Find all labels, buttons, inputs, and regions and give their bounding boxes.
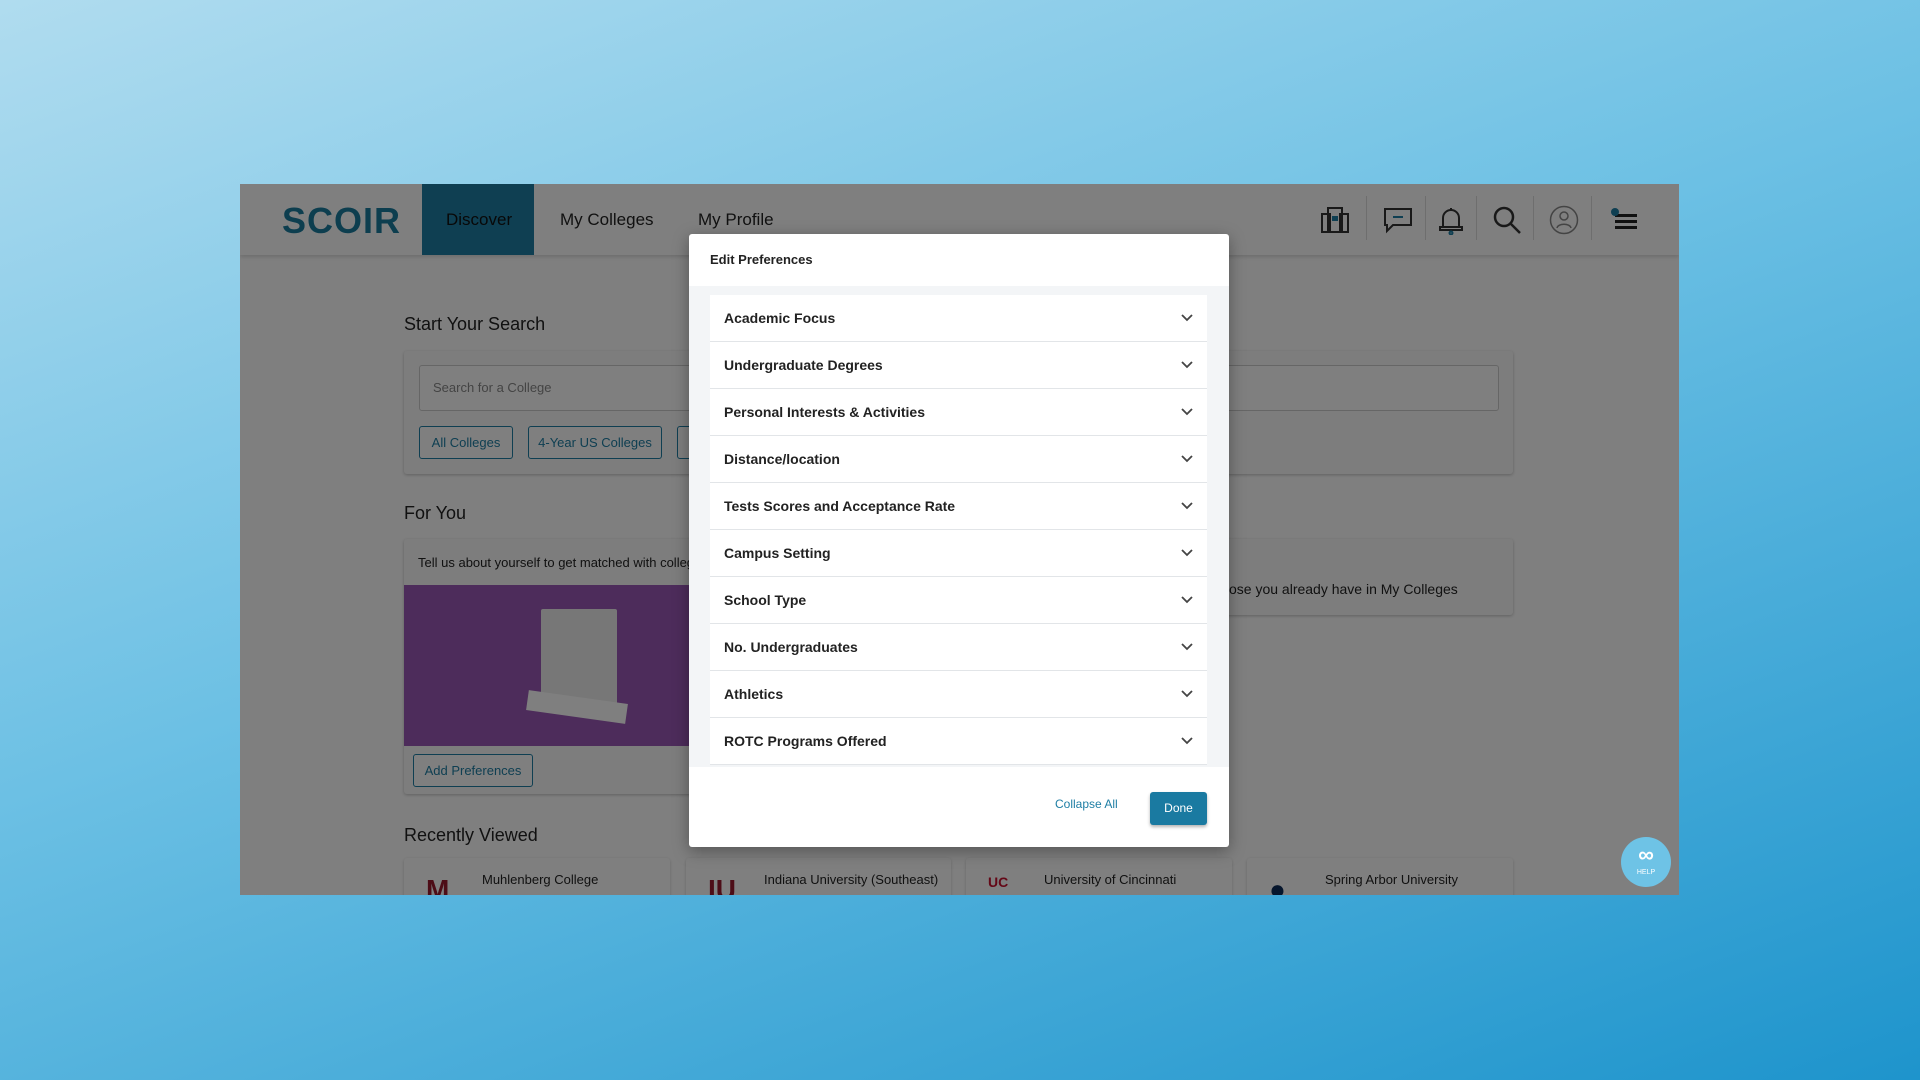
chevron-down-icon: [1181, 596, 1193, 604]
chevron-down-icon: [1181, 737, 1193, 745]
chevron-down-icon: [1181, 643, 1193, 651]
chevron-down-icon: [1181, 502, 1193, 510]
collapse-all-button[interactable]: Collapse All: [1055, 797, 1118, 811]
section-label: Undergraduate Degrees: [724, 357, 883, 373]
accordion-section[interactable]: Undergraduate Degrees: [710, 342, 1207, 389]
accordion-section[interactable]: Academic Focus: [710, 295, 1207, 342]
accordion-section[interactable]: Campus Setting: [710, 530, 1207, 577]
chevron-down-icon: [1181, 549, 1193, 557]
accordion-section[interactable]: Personal Interests & Activities: [710, 389, 1207, 436]
chevron-down-icon: [1181, 361, 1193, 369]
modal-title: Edit Preferences: [710, 252, 813, 267]
section-label: Athletics: [724, 686, 784, 702]
section-label: ROTC Programs Offered: [724, 733, 887, 749]
preferences-list: Academic Focus Undergraduate Degrees Perso…: [689, 286, 1229, 767]
edit-preferences-modal: Edit Preferences Academic Focus Undergrad…: [689, 234, 1229, 847]
section-label: No. Undergraduates: [724, 639, 858, 655]
chevron-down-icon: [1181, 408, 1193, 416]
accordion-section[interactable]: ROTC Programs Offered: [710, 718, 1207, 765]
section-label: Tests Scores and Acceptance Rate: [724, 498, 956, 514]
accordion-section[interactable]: Tests Scores and Acceptance Rate: [710, 483, 1207, 530]
chevron-down-icon: [1181, 314, 1193, 322]
section-label: School Type: [724, 592, 807, 608]
section-label: Campus Setting: [724, 545, 831, 561]
chevron-down-icon: [1181, 690, 1193, 698]
chevron-down-icon: [1181, 455, 1193, 463]
help-label: HELP: [1636, 869, 1656, 876]
accordion-section[interactable]: No. Undergraduates: [710, 624, 1207, 671]
section-label: Academic Focus: [724, 310, 836, 326]
accordion-section[interactable]: Athletics: [710, 671, 1207, 718]
section-label: Personal Interests & Activities: [724, 404, 926, 420]
infinity-icon: ∞: [1638, 842, 1654, 867]
accordion-section[interactable]: School Type: [710, 577, 1207, 624]
accordion-section[interactable]: Distance/location: [710, 436, 1207, 483]
section-label: Distance/location: [724, 451, 840, 467]
done-button[interactable]: Done: [1150, 792, 1207, 825]
help-button[interactable]: ∞ HELP: [1621, 837, 1671, 887]
